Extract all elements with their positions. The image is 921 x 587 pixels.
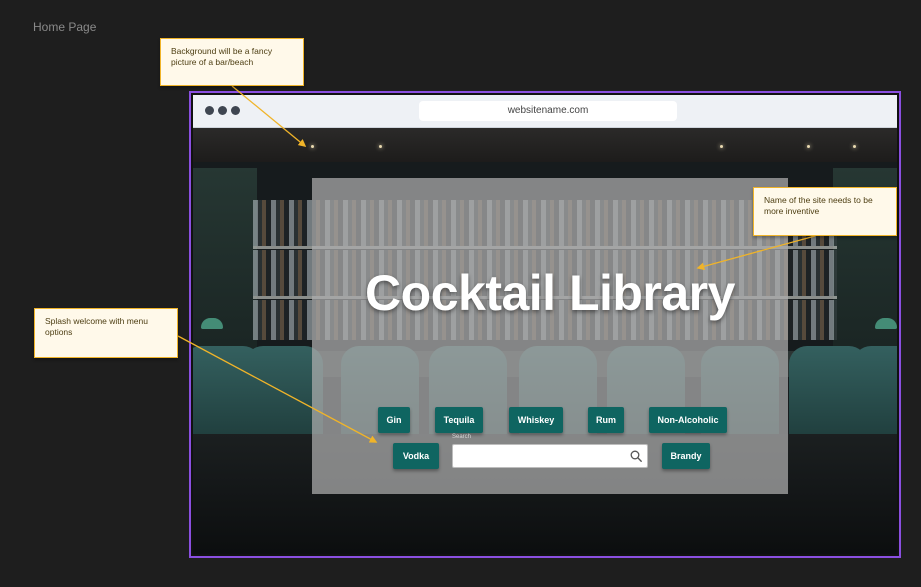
menu-button-non-alcoholic[interactable]: Non-Alcoholic [649,407,727,433]
splash-panel: Cocktail Library Gin Tequila Whiskey Rum… [312,178,788,494]
annotation-note-background: Background will be a fancy picture of a … [160,38,304,86]
frame-label: Home Page [33,20,97,34]
menu-button-rum[interactable]: Rum [588,407,624,433]
site-title: Cocktail Library [365,265,735,321]
menu-button-tequila[interactable]: Tequila [435,407,483,433]
annotation-note-splash: Splash welcome with menu options [34,308,178,358]
menu-button-whiskey[interactable]: Whiskey [509,407,563,433]
bar-ceiling [193,128,897,162]
lamp [875,318,897,329]
window-dot-icon[interactable] [205,106,214,115]
search-label: Search [452,434,472,440]
search-icon[interactable] [630,450,642,462]
window-dot-icon[interactable] [218,106,227,115]
search-input[interactable] [452,444,648,468]
lamp [201,318,223,329]
annotation-note-site-name: Name of the site needs to be more invent… [753,187,897,236]
menu-button-vodka[interactable]: Vodka [393,443,439,469]
menu-button-brandy[interactable]: Brandy [662,443,710,469]
browser-toolbar: websitename.com [193,95,897,128]
menu-button-gin[interactable]: Gin [378,407,410,433]
bar-stool [853,346,897,442]
browser-mockup: websitename.com Cocktail Library Gin Teq… [189,91,901,558]
address-bar[interactable]: websitename.com [419,101,677,121]
window-dot-icon[interactable] [231,106,240,115]
